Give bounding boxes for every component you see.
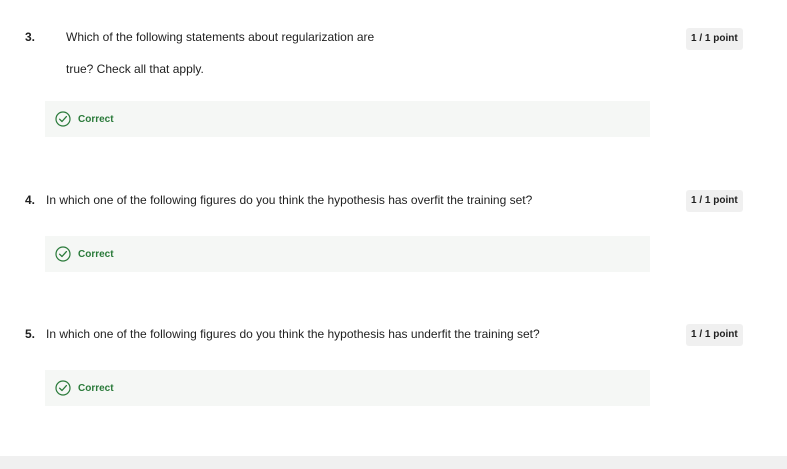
- feedback-correct: Correct: [45, 101, 650, 137]
- footer-bar: [0, 456, 787, 469]
- question-text: In which one of the following figures do…: [46, 327, 540, 341]
- quiz-results-page: 3. Which of the following statements abo…: [0, 0, 787, 469]
- question-number: 3.: [25, 30, 36, 44]
- check-circle-icon: [54, 379, 72, 397]
- score-badge: 1 / 1 point: [686, 190, 743, 212]
- score-badge: 1 / 1 point: [686, 324, 743, 346]
- check-circle-icon: [54, 110, 72, 128]
- feedback-correct: Correct: [45, 370, 650, 406]
- feedback-label: Correct: [78, 113, 114, 125]
- feedback-label: Correct: [78, 248, 114, 260]
- question-text: Which of the following statements about …: [66, 30, 375, 44]
- feedback-correct: Correct: [45, 236, 650, 272]
- question-text: In which one of the following figures do…: [46, 193, 533, 207]
- feedback-label: Correct: [78, 382, 114, 394]
- question-number: 5.: [25, 327, 36, 341]
- question-text-continued: true? Check all that apply.: [66, 62, 204, 76]
- question-number: 4.: [25, 193, 36, 207]
- score-badge: 1 / 1 point: [686, 28, 743, 50]
- check-circle-icon: [54, 245, 72, 263]
